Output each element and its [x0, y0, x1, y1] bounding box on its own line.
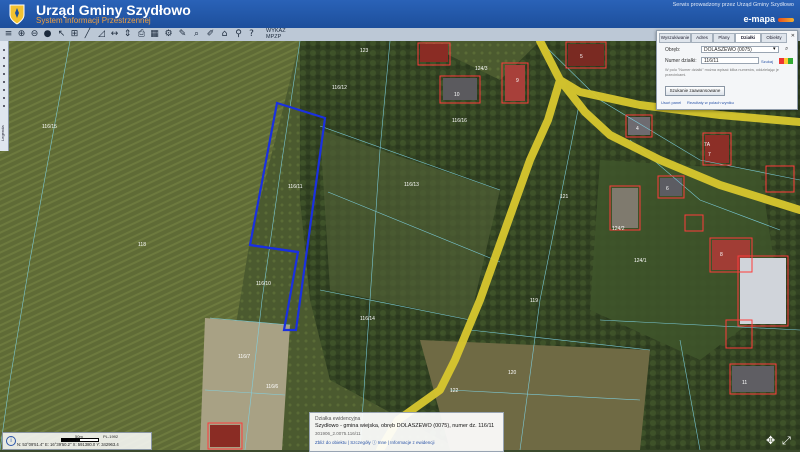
coordinate-system-label: PL-1992: [103, 434, 119, 439]
legend-tab[interactable]: Legenda: [0, 118, 8, 148]
other-link[interactable]: Inne: [378, 440, 387, 445]
parcel-label: 116/14: [360, 316, 375, 322]
parcel-label: 122: [450, 388, 459, 394]
print-icon[interactable]: ⎙: [136, 29, 147, 40]
parcel-label: 7: [708, 152, 711, 158]
info-icon[interactable]: i: [6, 436, 16, 446]
tab-plany[interactable]: Plany: [713, 33, 735, 43]
identify-icon[interactable]: ✎: [177, 29, 188, 40]
settings-icon[interactable]: ⚙: [163, 29, 174, 40]
parcel-label: 124/2: [612, 226, 625, 232]
measure-line-icon[interactable]: ╱: [82, 29, 93, 40]
select-icon[interactable]: ⊞: [69, 29, 80, 40]
parcel-number-input[interactable]: 116/11: [701, 57, 759, 64]
link-icon[interactable]: ⚲: [233, 29, 244, 40]
scale-coordinates-box: i 50m PL-1992 N: 53°09'51.4" E: 16°39'50…: [2, 432, 152, 450]
results-link[interactable]: Rezultaty w polach wyniku: [687, 100, 734, 105]
e-mapa-logo: e-mapa: [743, 14, 794, 24]
numer-label: Numer działki:: [665, 58, 697, 64]
search-icon[interactable]: ⌕: [785, 45, 788, 53]
zoom-in-icon[interactable]: ⊕: [16, 29, 27, 40]
format-flags-icon: [779, 58, 794, 64]
coat-of-arms-icon: [9, 4, 25, 25]
szukaj-link[interactable]: Szukaj: [761, 59, 773, 64]
search-note: W polu "Numer działki" można wpisać kilk…: [665, 68, 779, 77]
parcel-label: 5: [580, 54, 583, 60]
obreb-select[interactable]: DOLASZEWO (0075): [701, 46, 779, 53]
advanced-search-button[interactable]: Szukanie zaawansowane: [665, 86, 725, 96]
table-icon[interactable]: ▦: [149, 29, 160, 40]
find-icon[interactable]: ⌕: [191, 29, 202, 40]
parcel-label: 121: [560, 194, 569, 200]
egib-link[interactable]: Informacje z ewidencji: [390, 440, 434, 445]
pointer-icon[interactable]: ↖: [56, 29, 67, 40]
parcel-label: 119: [530, 298, 538, 304]
obreb-label: Obręb:: [665, 47, 681, 53]
parcel-label: 116/12: [332, 85, 347, 91]
full-extent-icon[interactable]: ●: [42, 29, 53, 40]
app-header: Urząd Gminy Szydłowo System Informacji P…: [0, 0, 800, 28]
info-title: Działka ewidencyjna: [315, 416, 361, 422]
rectangle-select-icon[interactable]: ⇕: [122, 29, 133, 40]
chevron-down-icon: ▾: [773, 46, 776, 52]
parcel-label: 116/6: [266, 384, 278, 390]
tab-obiekty[interactable]: Obiekty: [761, 33, 787, 43]
parcel-label: 4: [636, 126, 639, 132]
zoom-to-object-link[interactable]: Zbliż do obiektu: [315, 440, 347, 445]
parcel-label: 116/10: [256, 281, 271, 287]
fullscreen-icon[interactable]: ⤢: [782, 434, 794, 447]
parcel-label: 116/13: [404, 182, 419, 188]
zoom-out-icon[interactable]: ⊖: [29, 29, 40, 40]
parcel-label: 124/3: [475, 66, 488, 72]
operator-note: Serwis prowadzony przez Urząd Gminy Szyd…: [672, 2, 794, 8]
parcel-label: 116/16: [452, 118, 467, 124]
info-identifier: 301906_2.0075.116/11: [315, 431, 361, 436]
parcel-label: 116/11: [288, 184, 303, 190]
app-subtitle: System Informacji Przestrzennej: [36, 16, 151, 25]
info-links: Zbliż do obiektu | Szczegóły ⓘ Inne | In…: [315, 440, 435, 445]
measure-area-icon[interactable]: ◿: [96, 29, 107, 40]
close-icon[interactable]: ✕: [791, 33, 795, 39]
info-circle-icon: ⓘ: [371, 440, 377, 445]
parcel-label: 123: [360, 48, 369, 54]
info-description: Szydłowo - gmina wiejska, obręb DOLASZEW…: [315, 423, 495, 429]
parcel-label: 120: [508, 370, 517, 376]
parcel-label: 118: [138, 242, 146, 248]
clear-panel-link[interactable]: Usuń panel: [661, 100, 681, 105]
pan-icon[interactable]: ↔: [109, 29, 120, 40]
edit-icon[interactable]: ✐: [205, 29, 216, 40]
parcel-search-panel: Wyszukiwanie Adres Plany Działki Obiekty…: [656, 30, 798, 110]
tab-dzialki[interactable]: Działki: [735, 33, 761, 43]
details-link[interactable]: Szczegóły: [350, 440, 371, 445]
parcel-label: 7A: [704, 142, 711, 148]
parcel-label: 11: [742, 380, 747, 386]
parcel-label: 8: [720, 252, 723, 258]
tab-wyszukiwanie[interactable]: Wyszukiwanie: [659, 33, 691, 43]
parcel-label: 116/7: [238, 354, 250, 360]
home-icon[interactable]: ⌂: [219, 29, 230, 40]
help-icon[interactable]: ?: [246, 29, 257, 40]
wykaz-mpzp-button[interactable]: WYKAZ MPZP: [266, 28, 286, 40]
parcel-label: 116/15: [42, 124, 57, 130]
parcel-info-popup: Działka ewidencyjna Szydłowo - gmina wie…: [309, 412, 504, 452]
layers-icon[interactable]: ≡: [3, 29, 14, 40]
navigate-icon[interactable]: ✥: [766, 434, 778, 447]
parcel-label: 124/1: [634, 258, 647, 264]
search-tabs: Wyszukiwanie Adres Plany Działki Obiekty: [659, 33, 795, 43]
parcel-label: 6: [666, 186, 669, 192]
cursor-coordinates: N: 53°09'51.4" E: 16°39'50.2" X: 591380.…: [17, 442, 119, 447]
parcel-label: 10: [454, 92, 460, 98]
parcel-label: 9: [516, 78, 519, 84]
tab-adres[interactable]: Adres: [691, 33, 713, 43]
